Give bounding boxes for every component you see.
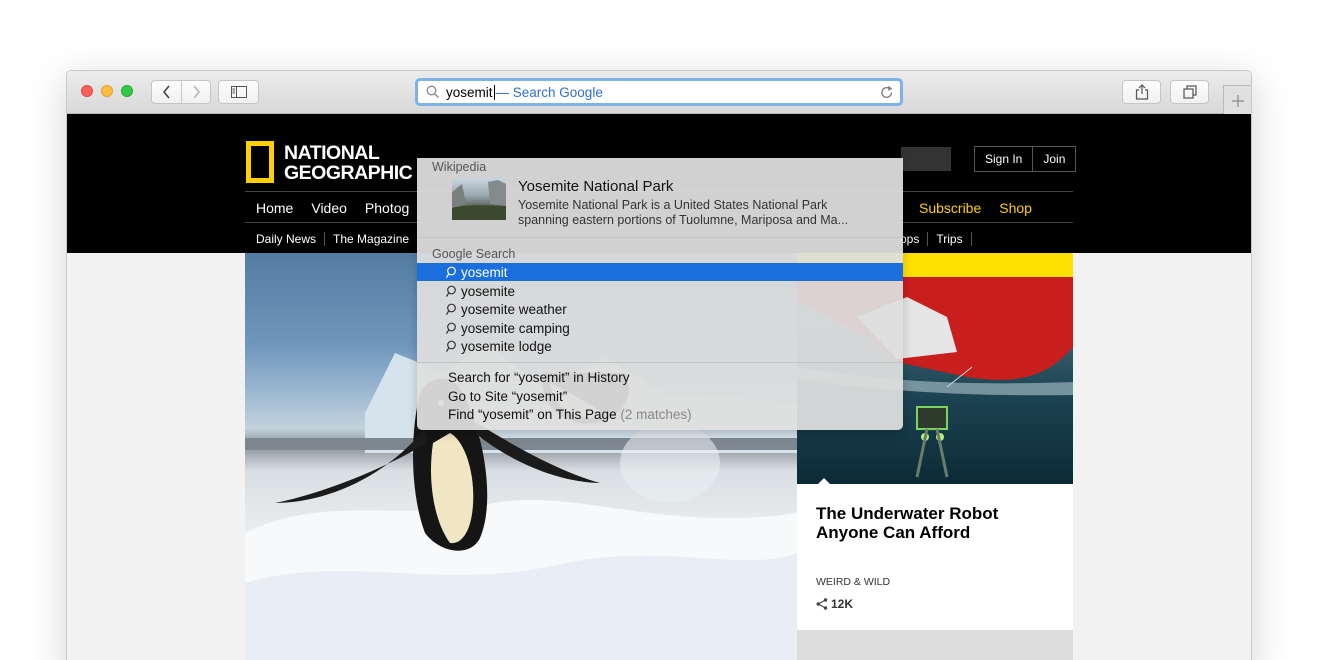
- find-on-page-action[interactable]: Find “yosemit” on This Page (2 matches): [448, 407, 692, 422]
- yosemite-thumbnail-image: [452, 180, 506, 220]
- nav-item-apps[interactable]: ops: [900, 232, 929, 246]
- secondary-nav-right: ops Trips: [900, 232, 980, 246]
- site-logo-text[interactable]: NATIONAL GEOGRAPHIC: [284, 142, 413, 184]
- share-icon: [1135, 84, 1148, 100]
- suggestion-label: yosemit: [461, 264, 508, 280]
- new-tab-button[interactable]: [1223, 85, 1251, 115]
- suggestion-item[interactable]: yosemite lodge: [417, 337, 903, 355]
- tabs-overview-button[interactable]: [1170, 80, 1209, 104]
- chevron-right-icon: [193, 85, 201, 99]
- wikipedia-desc-line-2: spanning eastern portions of Tuolumne, M…: [518, 212, 849, 227]
- reload-icon[interactable]: [880, 85, 894, 100]
- logo-line-1: NATIONAL: [284, 142, 380, 164]
- forward-button[interactable]: [181, 80, 211, 104]
- share-nodes-icon: [816, 598, 828, 610]
- address-bar[interactable]: yosemit — Search Google: [415, 78, 903, 106]
- search-icon: [446, 340, 456, 352]
- minimize-window-button[interactable]: [101, 85, 113, 97]
- find-on-page-label: Find “yosemit” on This Page: [448, 407, 617, 422]
- sign-in-button[interactable]: Sign In: [975, 147, 1032, 171]
- address-typed-text: yosemit: [446, 84, 493, 100]
- article-category[interactable]: WEIRD & WILD: [816, 576, 890, 588]
- zoom-window-button[interactable]: [121, 85, 133, 97]
- address-hint-text: — Search Google: [495, 84, 603, 100]
- address-suggestions-dropdown: Wikipedia Yosemite National Park Yosemit…: [417, 158, 903, 430]
- suggestion-item[interactable]: yosemite: [417, 282, 903, 300]
- nav-item-photography[interactable]: Photog: [365, 200, 409, 216]
- plus-icon: [1231, 94, 1244, 107]
- share-count[interactable]: 12K: [816, 597, 853, 611]
- search-icon: [446, 322, 456, 334]
- close-window-button[interactable]: [81, 85, 93, 97]
- nav-item-trips[interactable]: Trips: [936, 232, 972, 246]
- nat-geo-logo-icon[interactable]: [246, 141, 274, 183]
- suggestion-item[interactable]: yosemit: [417, 263, 903, 281]
- search-history-action[interactable]: Search for “yosemit” in History: [448, 370, 630, 385]
- search-icon: [426, 85, 439, 98]
- web-content: NATIONAL GEOGRAPHIC Sign In Join Home Vi…: [67, 114, 1251, 660]
- auth-buttons: Sign In Join: [974, 146, 1077, 172]
- back-button[interactable]: [151, 80, 182, 104]
- dropdown-separator: [417, 362, 903, 363]
- nav-item-the-magazine[interactable]: The Magazine: [333, 232, 419, 246]
- sidebar-button[interactable]: [218, 80, 259, 104]
- suggestion-label: yosemite lodge: [461, 338, 552, 354]
- wikipedia-desc-line-1: Yosemite National Park is a United State…: [518, 198, 828, 212]
- article-card[interactable]: The Underwater Robot Anyone Can Afford W…: [797, 478, 1073, 630]
- sidebar-icon: [230, 86, 247, 98]
- nav-item-shop[interactable]: Shop: [999, 200, 1032, 216]
- tabs-icon: [1182, 85, 1197, 99]
- text-caret: [493, 84, 495, 100]
- suggestion-label: yosemite weather: [461, 301, 567, 317]
- google-search-heading: Google Search: [432, 247, 516, 261]
- nav-item-daily-news[interactable]: Daily News: [256, 232, 326, 246]
- search-icon: [446, 303, 456, 315]
- primary-nav-right: Subscribe Shop: [919, 200, 1050, 216]
- suggestion-item[interactable]: yosemite weather: [417, 300, 903, 318]
- suggestion-item[interactable]: yosemite camping: [417, 319, 903, 337]
- find-match-count: (2 matches): [620, 407, 692, 422]
- join-button[interactable]: Join: [1032, 147, 1075, 171]
- share-count-value: 12K: [831, 597, 854, 611]
- article-title[interactable]: The Underwater Robot Anyone Can Afford: [816, 504, 1062, 542]
- wikipedia-heading: Wikipedia: [432, 160, 487, 174]
- suggestion-label: yosemite: [461, 283, 516, 299]
- suggestion-label: yosemite camping: [461, 320, 570, 336]
- go-to-site-action[interactable]: Go to Site “yosemit”: [448, 389, 567, 404]
- search-icon: [446, 285, 456, 297]
- browser-window: yosemit — Search Google NATIONAL GEOGRAP…: [66, 70, 1252, 660]
- card-footer-strip: [797, 630, 1073, 660]
- primary-nav: Home Video Photog: [256, 200, 427, 216]
- nav-item-home[interactable]: Home: [256, 200, 293, 216]
- wikipedia-result-description: Yosemite National Park is a United State…: [518, 198, 888, 227]
- logo-line-2: GEOGRAPHIC: [284, 162, 413, 184]
- dropdown-separator: [417, 237, 903, 238]
- share-button[interactable]: [1122, 80, 1161, 104]
- nav-item-video[interactable]: Video: [311, 200, 347, 216]
- wikipedia-result-title[interactable]: Yosemite National Park: [518, 178, 673, 195]
- wikipedia-thumbnail[interactable]: [452, 178, 506, 220]
- toolbar: yosemit — Search Google: [67, 71, 1251, 115]
- search-icon: [446, 266, 456, 278]
- secondary-nav: Daily News The Magazine: [256, 232, 426, 246]
- chevron-left-icon: [162, 85, 170, 99]
- card-notch: [818, 478, 830, 484]
- site-search-input[interactable]: [901, 147, 951, 171]
- nav-item-subscribe[interactable]: Subscribe: [919, 200, 981, 216]
